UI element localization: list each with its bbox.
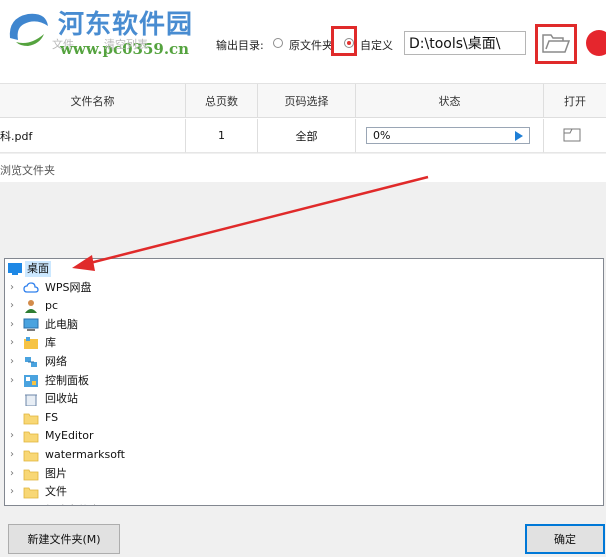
chevron-right-icon[interactable]: › (10, 319, 14, 331)
browse-folder-button[interactable] (538, 28, 574, 60)
clear-list-button[interactable]: 清空列表 (104, 36, 148, 52)
open-folder-icon (542, 34, 571, 53)
chevron-right-icon[interactable]: › (10, 449, 14, 461)
desktop-icon (8, 263, 22, 275)
column-header-page-range: 页码选择 (258, 84, 356, 118)
radio-custom-label: 自定义 (360, 39, 393, 52)
tree-item[interactable]: 回收站 (5, 390, 603, 408)
user-icon (25, 300, 37, 314)
tree-item[interactable]: › 图片 (5, 465, 603, 483)
chevron-right-icon[interactable]: › (10, 468, 14, 480)
tree-item[interactable]: › 此电脑 (5, 316, 603, 334)
tree-item[interactable]: › pc (5, 297, 603, 315)
tree-item[interactable]: › watermarksoft (5, 446, 603, 464)
folder-tree[interactable]: 桌面 › WPS网盘 › pc › 此电脑 › 库 › 网络 › 控制面板 回收站 FS › MyEditor ›… (4, 258, 604, 506)
chevron-right-icon[interactable]: › (10, 300, 14, 312)
start-button[interactable] (586, 30, 606, 56)
play-icon[interactable] (515, 131, 523, 141)
ok-button[interactable]: 确定 (525, 524, 605, 554)
recycle-bin-icon (25, 394, 37, 407)
tree-item-label: 桌面 (25, 261, 51, 277)
tree-item-label: WPS网盘 (45, 280, 92, 294)
folder-icon (23, 450, 39, 462)
new-folder-button[interactable]: 新建文件夹(M) (8, 524, 120, 554)
radio-source-folder[interactable] (273, 38, 283, 48)
column-header-open: 打开 (544, 84, 606, 118)
tree-item[interactable]: › 库 (5, 334, 603, 352)
cell-page-range[interactable]: 全部 (258, 119, 356, 153)
tree-item-label: FS (45, 410, 59, 424)
chevron-right-icon[interactable]: › (10, 505, 14, 506)
add-file-button[interactable]: 文件 (52, 36, 74, 52)
network-icon (25, 357, 37, 367)
tree-item-label: 网络 (45, 355, 67, 368)
chevron-right-icon[interactable]: › (10, 375, 14, 387)
folder-icon (23, 487, 39, 499)
chevron-right-icon[interactable]: › (10, 356, 14, 368)
column-header-status: 状态 (356, 84, 544, 118)
tree-item-label: 此电脑 (45, 317, 78, 331)
file-table: 文件名称 总页数 页码选择 状态 打开 科.pdf 1 全部 0% (0, 83, 606, 153)
browse-folder-dialog: 浏览文件夹 桌面 › WPS网盘 › pc › 此电脑 › 库 › 网络 › 控制面板 回收站 FS › MyE… (0, 154, 606, 557)
tree-item[interactable]: › MyEditor (5, 427, 603, 445)
tree-item[interactable]: › 文件 (5, 483, 603, 501)
folder-icon (23, 504, 39, 506)
tree-item-label: 图片 (45, 466, 67, 480)
chevron-right-icon[interactable]: › (10, 486, 14, 498)
column-header-filename: 文件名称 (0, 84, 186, 118)
tree-item[interactable]: › WPS网盘 (5, 279, 603, 297)
tree-item-label: 控制面板 (45, 373, 89, 387)
tree-item-label: 库 (45, 336, 56, 350)
tree-item-label: MyEditor (45, 429, 94, 443)
column-header-page-count: 总页数 (186, 84, 258, 118)
chevron-right-icon[interactable]: › (10, 337, 14, 349)
tree-item-label: pc (45, 299, 59, 313)
top-toolbar: 河东软件园 www.pc0359.cn 文件 清空列表 输出目录: 原文件夹 自… (0, 0, 606, 83)
control-panel-icon (24, 374, 38, 387)
chevron-right-icon[interactable]: › (10, 282, 14, 294)
tree-item[interactable]: › 控制面板 (5, 372, 603, 390)
tree-item-label: watermarksoft (45, 448, 125, 461)
progress-bar: 0% (366, 127, 530, 144)
chevron-right-icon[interactable]: › (10, 430, 14, 442)
tree-item-label: 文件 (45, 485, 67, 499)
open-file-icon[interactable] (563, 128, 581, 142)
progress-text: 0% (373, 129, 391, 142)
library-icon (24, 337, 38, 350)
cell-filename: 科.pdf (0, 119, 186, 153)
dialog-title: 浏览文件夹 (0, 164, 55, 177)
dialog-titlebar: 浏览文件夹 (0, 154, 606, 182)
output-directory-label: 输出目录: (216, 39, 264, 52)
folder-icon (23, 413, 39, 425)
radio-source-folder-label: 原文件夹 (289, 39, 333, 52)
tree-item[interactable]: › 新建文件夹 (5, 502, 603, 506)
output-path-input[interactable] (404, 31, 526, 55)
radio-custom[interactable] (344, 38, 354, 48)
watermark-logo-icon (9, 13, 48, 46)
computer-icon (23, 318, 39, 331)
folder-icon (23, 469, 39, 480)
tree-item[interactable]: FS (5, 409, 603, 427)
folder-icon (23, 431, 39, 443)
tree-item[interactable]: › 网络 (5, 353, 603, 371)
tree-item[interactable]: 桌面 (5, 260, 603, 278)
cloud-icon (23, 281, 39, 293)
cell-page-count: 1 (186, 119, 258, 153)
tree-item-label: 回收站 (45, 392, 78, 406)
tree-item-label: 新建文件夹 (43, 503, 102, 505)
